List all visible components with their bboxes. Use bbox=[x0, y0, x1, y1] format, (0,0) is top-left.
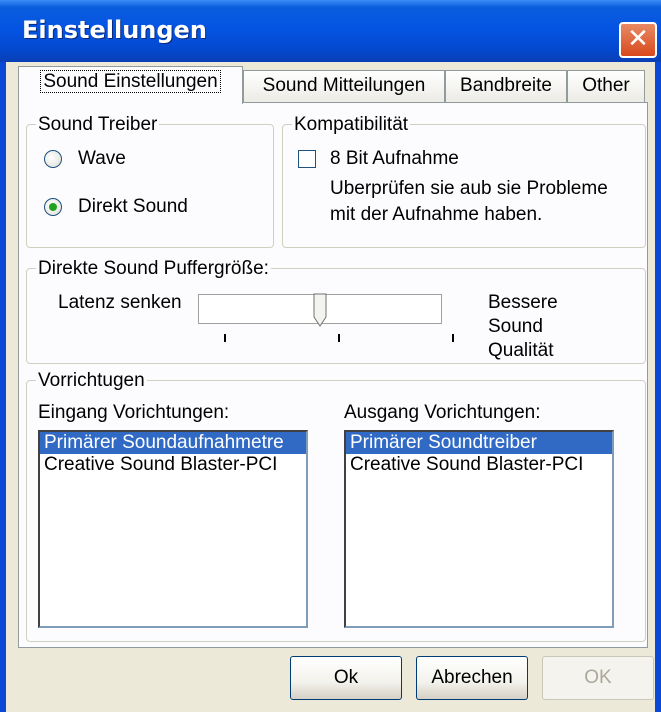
vorrichtungen-legend: Vorrichtugen bbox=[36, 370, 147, 392]
window-frame-right bbox=[655, 62, 661, 712]
tab-other[interactable]: Other bbox=[567, 70, 645, 102]
window-title: Einstellungen bbox=[22, 16, 207, 44]
radio-direkt-sound-label[interactable]: Direkt Sound bbox=[78, 196, 188, 218]
slider-right-label-1: Bessere bbox=[488, 292, 558, 313]
close-button[interactable]: ✕ bbox=[619, 22, 657, 58]
tab-label: Other bbox=[582, 75, 630, 96]
output-devices-label: Ausgang Vorichtungen: bbox=[344, 402, 541, 423]
sound-treiber-group bbox=[26, 124, 274, 248]
tab-sound-einstellungen[interactable]: Sound Einstellungen bbox=[18, 66, 243, 104]
close-icon: ✕ bbox=[627, 24, 649, 54]
tab-sound-mitteilungen[interactable]: Sound Mitteilungen bbox=[243, 70, 445, 102]
list-item[interactable]: Creative Sound Blaster-PCI bbox=[346, 454, 612, 476]
checkbox-8-bit[interactable] bbox=[298, 150, 316, 168]
cancel-button[interactable]: Abrechen bbox=[416, 656, 528, 700]
tab-label: Bandbreite bbox=[460, 75, 552, 96]
puffer-legend: Direkte Sound Puffergröße: bbox=[36, 258, 271, 280]
slider-right-label-3: Qualität bbox=[488, 340, 554, 361]
ok-button[interactable]: Ok bbox=[290, 656, 402, 700]
slider-tick bbox=[224, 334, 226, 342]
kompatibilitaet-hint-2: mit der Aufnahme haben. bbox=[330, 204, 543, 225]
tab-bandbreite[interactable]: Bandbreite bbox=[445, 70, 567, 102]
latency-slider[interactable] bbox=[198, 293, 442, 327]
slider-tick bbox=[452, 334, 454, 342]
slider-thumb[interactable] bbox=[313, 293, 327, 327]
radio-wave-label[interactable]: Wave bbox=[78, 148, 126, 170]
list-item[interactable]: Primärer Soundaufnahmetre bbox=[40, 432, 306, 454]
ok-disabled-button[interactable]: OK bbox=[542, 656, 654, 700]
list-item[interactable]: Creative Sound Blaster-PCI bbox=[40, 454, 306, 476]
tab-label: Sound Einstellungen bbox=[40, 70, 221, 93]
tab-label: Sound Mitteilungen bbox=[262, 75, 426, 96]
input-devices-list[interactable]: Primärer Soundaufnahmetre Creative Sound… bbox=[38, 430, 308, 628]
slider-right-label-2: Sound bbox=[488, 316, 543, 337]
list-item[interactable]: Primärer Soundtreiber bbox=[346, 432, 612, 454]
sound-treiber-legend: Sound Treiber bbox=[36, 114, 160, 136]
checkbox-8-bit-label[interactable]: 8 Bit Aufnahme bbox=[330, 148, 459, 170]
output-devices-list[interactable]: Primärer Soundtreiber Creative Sound Bla… bbox=[344, 430, 614, 628]
kompatibilitaet-hint-1: Uberprüfen sie aub sie Probleme bbox=[330, 178, 608, 199]
slider-tick bbox=[338, 334, 340, 342]
radio-direkt-sound[interactable] bbox=[44, 198, 62, 216]
slider-left-label: Latenz senken bbox=[58, 292, 182, 313]
radio-wave[interactable] bbox=[44, 150, 62, 168]
window-frame-left bbox=[0, 62, 6, 712]
kompatibilitaet-legend: Kompatibilität bbox=[292, 114, 411, 136]
title-bar[interactable]: Einstellungen ✕ bbox=[0, 0, 661, 62]
radio-selected-dot bbox=[49, 203, 57, 211]
input-devices-label: Eingang Vorichtungen: bbox=[38, 402, 230, 423]
